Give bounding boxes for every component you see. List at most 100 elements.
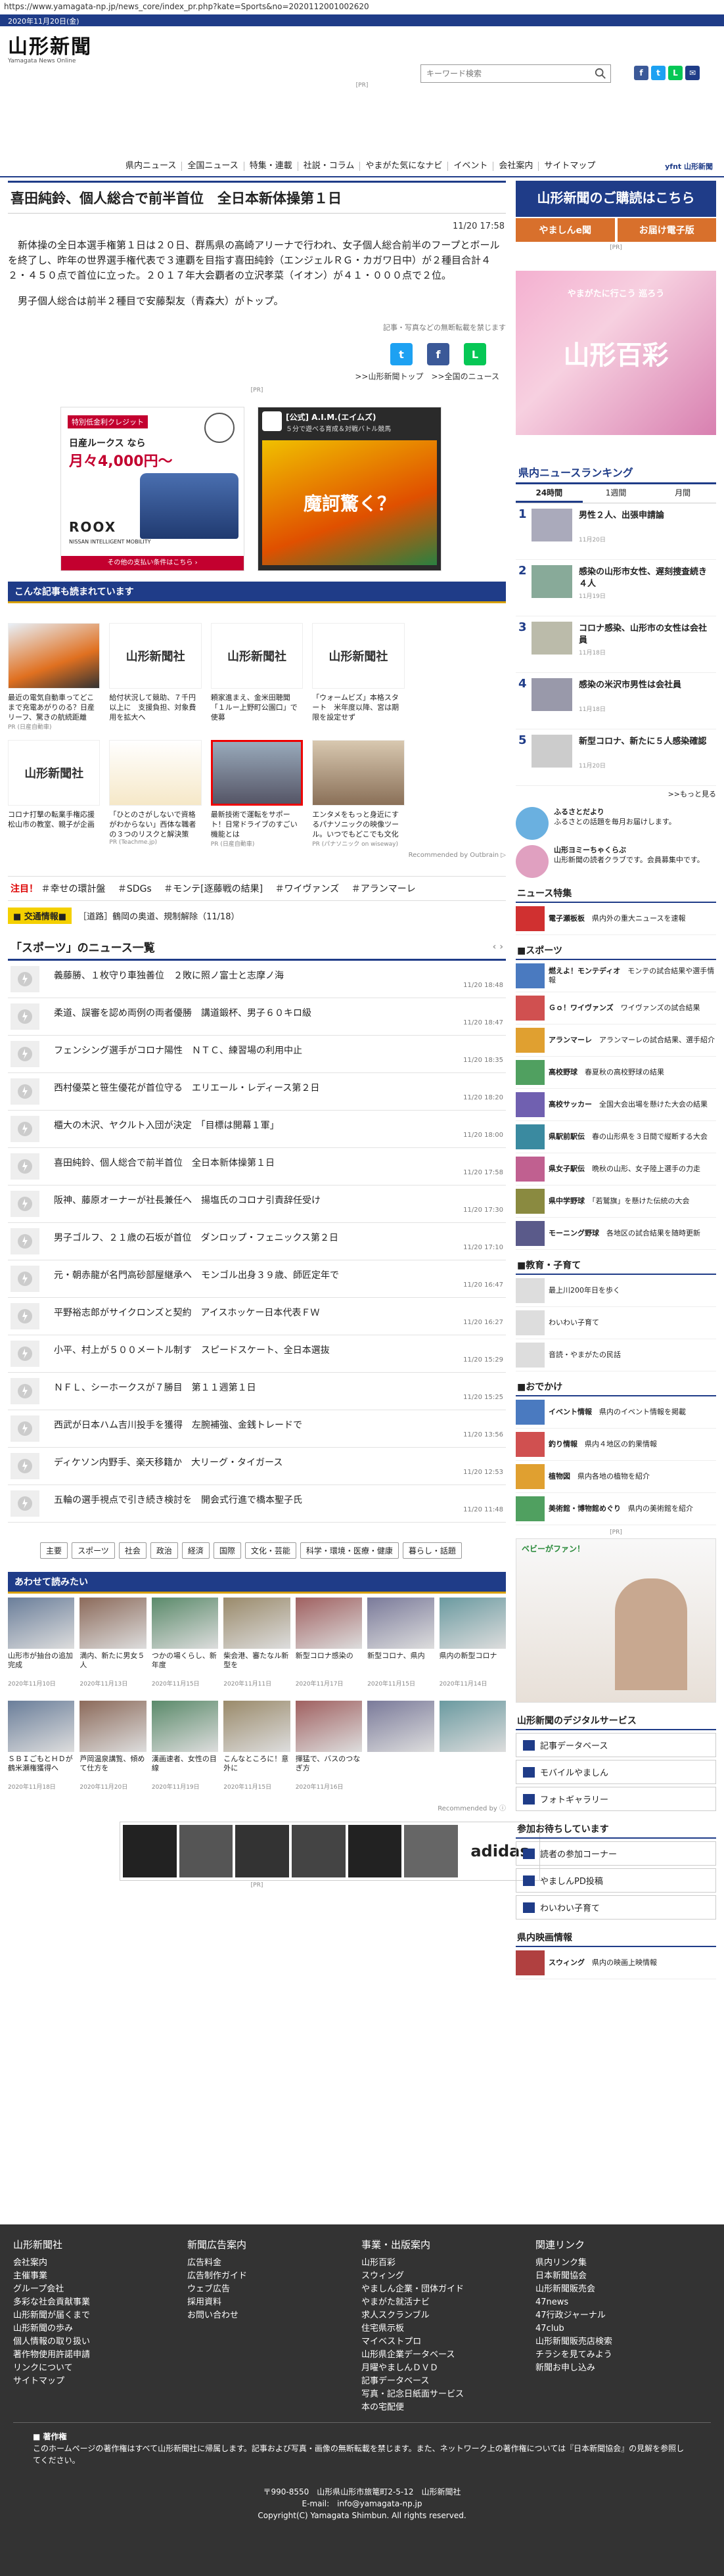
tag-link[interactable]: ＃ワイヴァンズ: [275, 884, 340, 894]
category-link[interactable]: 経済: [181, 1542, 210, 1559]
sports-link[interactable]: 高校サッカー 全国大会出場を懸けた大会の結果: [516, 1089, 716, 1121]
nav-kennai[interactable]: 県内ニュース: [120, 162, 181, 171]
outbrain-card[interactable]: [414, 623, 506, 731]
sports-link[interactable]: アランマーレ アランマーレの試合結果、選手紹介: [516, 1024, 716, 1057]
furusato-item[interactable]: 山形ヨミーちゃくらぶ 山形新聞の読者クラブです。会員募集中です。: [516, 845, 716, 878]
footer-link[interactable]: 日本新聞協会: [535, 2270, 710, 2283]
sports-link[interactable]: 燃えよ！モンテディオ モンテの試合結果や選手情報: [516, 960, 716, 992]
kyoiku-item[interactable]: 最上川200年日を歩く: [516, 1275, 716, 1307]
footer-link[interactable]: 山形百彩: [361, 2257, 535, 2270]
outbrain-card[interactable]: 「ひとのさがしないで資格がわからない」西体な職者の３つのリスクと解決策 PR (T…: [109, 740, 202, 848]
news-row[interactable]: 西武が日本ハム吉川投手を獲得 左腕補強、金銭トレードで 11/20 13:56: [8, 1410, 506, 1448]
digital-link-photo[interactable]: フォトギャラリー: [516, 1787, 716, 1811]
sanka-link[interactable]: わいわい子育て: [516, 1895, 716, 1920]
news-row[interactable]: 柔道、誤審を認め両例の両者優勝 講道鍛杯、男子６０キロ級 11/20 18:47: [8, 998, 506, 1036]
share-facebook-icon[interactable]: f: [427, 343, 449, 365]
outbrain-card[interactable]: 山形新聞社 コロナ打撃の転業手権応援 松山市の教室、親子が企画: [8, 740, 101, 848]
search-icon[interactable]: [595, 68, 606, 80]
nissan-ad-note[interactable]: その他の支払い条件はこちら ›: [61, 556, 244, 570]
ranking-item[interactable]: 2 感染の山形市女性、遅刻捜査続き４人 11月19日: [516, 560, 716, 616]
kyoiku-item[interactable]: 音読・やまがたの民話: [516, 1339, 716, 1371]
line-icon[interactable]: L: [668, 66, 683, 80]
nissan-ad[interactable]: 特別低金利クレジット 日産ルークス なら 月々4,000円〜 ROOX NISS…: [60, 407, 244, 571]
awase-card[interactable]: 揮猛で、バスのつなぎ方 2020年11月16日: [295, 1701, 363, 1799]
tag-link[interactable]: ＃アランマーレ: [351, 884, 416, 894]
tag-link[interactable]: ＃幸せの環計盤: [41, 884, 105, 894]
tab-week[interactable]: 1週間: [583, 484, 650, 503]
category-link[interactable]: 文化・芸能: [244, 1542, 296, 1559]
nav-tokushu[interactable]: 特集・連載: [243, 162, 298, 171]
category-link[interactable]: 主要: [40, 1542, 68, 1559]
ranking-more-link[interactable]: >>もっと見る: [516, 789, 716, 799]
news-row[interactable]: 小平、村上が５００メートル制す スピードスケート、全日本選抜 11/20 15:2…: [8, 1335, 506, 1373]
outbrain-card[interactable]: 山形新聞社 頼家進まえ、金米田聴聞「１ルー上野町公園口」で使募: [210, 623, 304, 731]
footer-link[interactable]: ウェブ広告: [187, 2283, 361, 2296]
footer-link[interactable]: 個人情報の取り扱い: [13, 2335, 187, 2349]
footer-link[interactable]: お問い合わせ: [187, 2309, 361, 2322]
footer-link[interactable]: グループ会社: [13, 2283, 187, 2296]
sports-link[interactable]: 県女子駅伝 晩秋の山形、女子陸上選手の力走: [516, 1153, 716, 1185]
tag-link[interactable]: ＃モンテ[逐藤戦の結果]: [164, 884, 263, 894]
footer-link[interactable]: 県内リンク集: [535, 2257, 710, 2270]
awase-card[interactable]: 漢画速者、女性の目線 2020年11月19日: [151, 1701, 219, 1799]
furusato-item[interactable]: ふるさとだより ふるさとの話題を毎月お届けします。: [516, 807, 716, 840]
news-row[interactable]: ディケソン内野手、楽天移籍か 大リーグ・タイガース 11/20 12:53: [8, 1448, 506, 1485]
footer-link[interactable]: スウィング: [361, 2270, 535, 2283]
footer-link[interactable]: やまがた就活ナビ: [361, 2296, 535, 2309]
sports-link[interactable]: 県駅前駅伝 春の山形県を３日間で縦断する大会: [516, 1121, 716, 1153]
twitter-icon[interactable]: t: [651, 66, 666, 80]
sports-link[interactable]: 高校野球 春夏秋の高校野球の結果: [516, 1057, 716, 1089]
eiga-item[interactable]: スウィング 県内の映画上映情報: [516, 1947, 716, 1979]
footer-link[interactable]: チラシを見てみよう: [535, 2349, 710, 2362]
ranking-item[interactable]: 1 男性２人、出張申請論 11月20日: [516, 503, 716, 560]
news-row[interactable]: 西村優菜と笹生優花が首位守る エリエール・レディース第２日 11/20 18:20: [8, 1073, 506, 1111]
footer-column-title[interactable]: 事業・出版案内: [361, 2238, 535, 2251]
footer-link[interactable]: 山形新聞販売店検索: [535, 2335, 710, 2349]
footer-link[interactable]: 広告制作ガイド: [187, 2270, 361, 2283]
sports-link[interactable]: Ｇｏ！ワイヴァンズ ワイヴァンズの試合結果: [516, 992, 716, 1024]
footer-link[interactable]: 月曜やましんＤＶＤ: [361, 2362, 535, 2375]
category-link[interactable]: 科学・環境・医療・健康: [300, 1542, 399, 1559]
awase-card[interactable]: 新型コロナ、県内 2020年11月15日: [367, 1598, 434, 1695]
awase-card[interactable]: 満内、新たに男女５人 2020年11月13日: [79, 1598, 147, 1695]
news-row[interactable]: 櫃大の木沢、ヤクルト入団が決定 「目標は開幕１軍」 11/20 18:00: [8, 1111, 506, 1148]
awase-card[interactable]: 県内の新型コロナ 2020年11月14日: [439, 1598, 506, 1695]
nav-navi[interactable]: やまがた気になナビ: [359, 162, 447, 171]
category-link[interactable]: 暮らし・話題: [402, 1542, 462, 1559]
awase-card[interactable]: [439, 1701, 506, 1799]
awase-card[interactable]: 新型コロナ感染の 2020年11月17日: [295, 1598, 363, 1695]
dekake-link[interactable]: 釣り情報 県内４地区の釣果情報: [516, 1429, 716, 1461]
footer-link[interactable]: 47行政ジャーナル: [535, 2309, 710, 2322]
digital-edition-button[interactable]: やましんe聞: [516, 218, 615, 242]
ranking-item[interactable]: 5 新型コロナ、新たに５人感染確認 11月20日: [516, 729, 716, 786]
mail-icon[interactable]: ✉: [685, 66, 700, 80]
digital-link-mobile[interactable]: モバイルやましん: [516, 1760, 716, 1784]
news-row[interactable]: 喜田純鈴、個人総合で前半首位 全日本新体操第１日 11/20 17:58: [8, 1148, 506, 1185]
footer-link[interactable]: 会社案内: [13, 2257, 187, 2270]
awase-card[interactable]: 山形市が抽台の追加完成 2020年11月10日: [8, 1598, 75, 1695]
digital-link-db[interactable]: 記事データベース: [516, 1733, 716, 1757]
outbrain-credit[interactable]: Recommended by Outbrain ▷: [8, 852, 506, 859]
footer-link[interactable]: 47club: [535, 2322, 710, 2335]
awase-card[interactable]: ＳＢＩごもとＨＤが鶴米瀬権獲得へ 2020年11月18日: [8, 1701, 75, 1799]
traffic-text[interactable]: ［道路］鶴岡の奥道、規制解除（11/18）: [78, 909, 239, 922]
site-logo[interactable]: 山形新聞 Yamagata News Online: [8, 30, 92, 64]
footer-link[interactable]: 山形新聞販売会: [535, 2283, 710, 2296]
dekake-link[interactable]: イベント情報 県内のイベント情報を掲載: [516, 1396, 716, 1429]
footer-link[interactable]: マイベストプロ: [361, 2335, 535, 2349]
tokushu-item[interactable]: 電子瀬板板 県内外の重大ニュースを速報: [516, 903, 716, 935]
footer-column-title[interactable]: 関連リンク: [535, 2238, 710, 2251]
nav-zenkoku[interactable]: 全国ニュース: [181, 162, 243, 171]
tab-24h[interactable]: 24時間: [516, 484, 583, 503]
hyakusai-banner[interactable]: やまがたに行こう 巡ろう 山形百彩: [516, 271, 716, 435]
footer-link[interactable]: 多彩な社会貢献事業: [13, 2296, 187, 2309]
delivery-button[interactable]: お届け電子版: [617, 218, 716, 242]
awase-card[interactable]: [367, 1701, 434, 1799]
email[interactable]: E-mail: info@yamagata-np.jp: [0, 2498, 724, 2510]
category-link[interactable]: 国際: [213, 1542, 241, 1559]
search-input[interactable]: [421, 65, 585, 82]
adidas-ad[interactable]: adidas: [120, 1822, 540, 1881]
awase-card[interactable]: 芦岡温泉講覧、傾めて仕方を 2020年11月20日: [79, 1701, 147, 1799]
aim-ad[interactable]: [公式] A.I.M.(エイムズ) ５分で遊べる育成＆対戦バトル競馬 魔訶驚く？: [258, 407, 441, 571]
ranking-item[interactable]: 3 コロナ感染、山形市の女性は会社員 11月18日: [516, 616, 716, 673]
